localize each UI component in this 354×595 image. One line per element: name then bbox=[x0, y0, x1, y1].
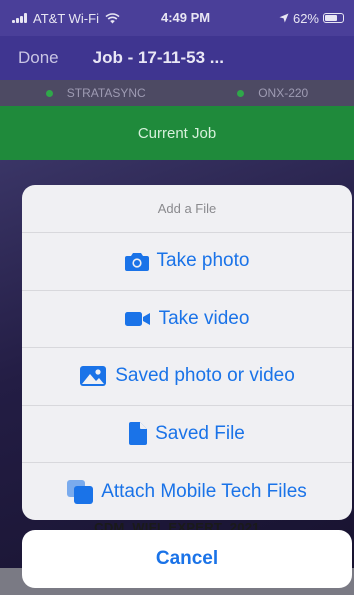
video-camera-icon bbox=[124, 311, 151, 327]
battery-percent: 62% bbox=[292, 10, 319, 26]
status-right-group: 62% bbox=[279, 11, 344, 26]
status-bar: AT&T Wi-Fi 4:49 PM 62% bbox=[0, 0, 354, 36]
camera-icon bbox=[124, 252, 149, 271]
carrier-group: AT&T Wi-Fi bbox=[12, 11, 279, 26]
page-title: Job - 17-11-53 ... bbox=[92, 48, 224, 67]
saved-file-option[interactable]: Saved File bbox=[22, 406, 352, 463]
current-job-label: Current Job bbox=[137, 124, 217, 142]
take-video-label: Take video bbox=[158, 307, 250, 329]
done-button[interactable]: Done bbox=[18, 48, 59, 68]
current-job-bar: Current Job bbox=[0, 106, 354, 160]
wifi-icon bbox=[105, 12, 120, 24]
status-dot-icon bbox=[237, 89, 245, 97]
cellular-signal-icon bbox=[12, 13, 27, 23]
sync-status-bar: STRATASYNC ONX-220 bbox=[0, 80, 354, 106]
saved-photo-or-video-option[interactable]: Saved photo or video bbox=[22, 348, 352, 406]
status-dot-icon bbox=[45, 89, 53, 97]
sync-label-left: STRATASYNC bbox=[66, 86, 146, 100]
saved-file-label: Saved File bbox=[155, 422, 245, 444]
take-photo-label: Take photo bbox=[156, 250, 250, 272]
saved-photo-or-video-label: Saved photo or video bbox=[115, 365, 295, 387]
carrier-label: AT&T Wi-Fi bbox=[33, 10, 99, 26]
attach-mobile-tech-files-label: Attach Mobile Tech Files bbox=[101, 480, 307, 502]
take-video-option[interactable]: Take video bbox=[22, 291, 352, 348]
sync-status-stratasync: STRATASYNC bbox=[45, 86, 146, 100]
navigation-bar: Done Job - 17-11-53 ... bbox=[0, 36, 354, 80]
take-photo-option[interactable]: Take photo bbox=[22, 233, 352, 291]
location-arrow-icon bbox=[279, 13, 289, 23]
add-file-action-sheet: Add a File Take photo Take video Saved p… bbox=[22, 185, 352, 520]
photo-library-icon bbox=[79, 365, 107, 387]
files-stack-icon bbox=[67, 479, 94, 504]
attach-mobile-tech-files-option[interactable]: Attach Mobile Tech Files bbox=[22, 463, 352, 520]
document-icon bbox=[129, 422, 148, 446]
sync-label-right: ONX-220 bbox=[258, 86, 309, 100]
sync-status-device: ONX-220 bbox=[237, 86, 308, 100]
status-time: 4:49 PM bbox=[161, 10, 211, 25]
cancel-button[interactable]: Cancel bbox=[22, 530, 352, 588]
battery-icon bbox=[323, 13, 344, 23]
action-sheet-title: Add a File bbox=[22, 185, 352, 233]
